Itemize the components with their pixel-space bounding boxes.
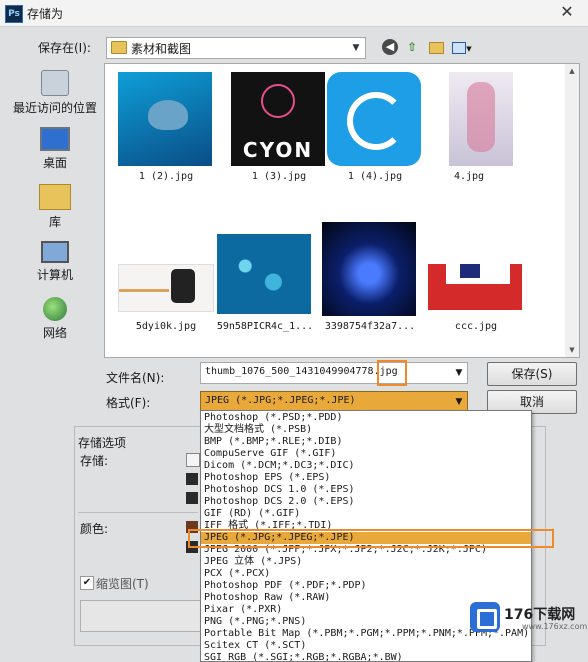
save-button[interactable]: 保存(S) [487, 362, 577, 386]
save-location-dropdown[interactable]: 素材和截图 ▼ [106, 37, 366, 59]
file-name: 1 (2).jpg [138, 171, 194, 182]
sidebar-item-label: 计算机 [36, 268, 73, 282]
format-option[interactable]: Photoshop (*.PSD;*.PDD) [204, 412, 342, 424]
file-item[interactable]: 5dyi0k.jpg [110, 214, 222, 344]
sidebar-item-label: 桌面 [42, 156, 67, 170]
file-name: 4.jpg [453, 171, 485, 182]
format-selected-value: JPEG (*.JPG;*.JPEG;*.JPE) [205, 395, 356, 406]
thumbnail-checkbox[interactable]: ✔ [80, 576, 94, 590]
back-arrow-icon[interactable]: ◀ [382, 39, 398, 55]
file-list-pane[interactable]: 1 (2).jpg CYON 1 (3).jpg 1 (4).jpg 4.jpg… [104, 63, 568, 358]
format-label: 格式(F): [106, 396, 151, 410]
format-option[interactable]: SGI RGB (*.SGI;*.RGB;*.RGBA;*.BW) [204, 652, 403, 661]
title-bar: Ps 存储为 ✕ [0, 0, 588, 27]
close-icon[interactable]: ✕ [556, 2, 578, 22]
views-menu-icon[interactable]: ▼ [451, 38, 473, 56]
save-location-label: 保存在(I): [38, 41, 91, 55]
format-option[interactable]: CompuServe GIF (*.GIF) [204, 448, 336, 460]
option-checkbox[interactable] [186, 453, 200, 467]
file-thumbnail [118, 72, 212, 166]
file-item[interactable]: 4.jpg [413, 64, 525, 194]
dialog-title: 存储为 [27, 7, 64, 21]
format-option[interactable]: Photoshop Raw (*.RAW) [204, 592, 330, 604]
network-icon [43, 297, 67, 321]
chevron-down-icon[interactable]: ▼ [451, 392, 467, 412]
file-thumbnail: CYON [231, 72, 325, 166]
file-thumbnail [428, 264, 522, 310]
format-option[interactable]: Pixar (*.PXR) [204, 604, 282, 616]
format-option[interactable]: Photoshop PDF (*.PDF;*.PDP) [204, 580, 367, 592]
desktop-icon [40, 127, 70, 151]
format-option[interactable]: JPEG 立体 (*.JPS) [204, 556, 302, 568]
file-thumbnail [217, 234, 311, 314]
thumbnail-logo-text: CYON [242, 138, 314, 162]
watermark-logo-icon [470, 602, 500, 632]
sidebar-item-label: 库 [48, 215, 61, 229]
color-label: 颜色: [80, 522, 109, 536]
scroll-down-icon[interactable]: ▼ [565, 343, 579, 357]
sidebar-item-network[interactable]: 网络 [6, 297, 104, 341]
recent-places-icon [41, 70, 69, 96]
file-thumbnail [449, 72, 513, 166]
file-item[interactable]: 3398754f32a7... [314, 214, 426, 344]
current-folder-name: 素材和截图 [131, 42, 192, 56]
chevron-down-icon[interactable]: ▼ [451, 363, 467, 383]
up-folder-icon[interactable]: ⇧ [403, 38, 421, 56]
file-name: 3398754f32a7... [324, 321, 416, 332]
computer-icon [41, 241, 69, 263]
options-subpanel [80, 600, 202, 632]
option-checkbox[interactable] [186, 492, 198, 504]
format-option[interactable]: PCX (*.PCX) [204, 568, 270, 580]
selected-option-highlight-box [188, 529, 554, 548]
library-icon [39, 184, 71, 210]
watermark-text: 176下载网 [504, 607, 576, 623]
sidebar-item-desktop[interactable]: 桌面 [6, 127, 104, 171]
watermark-url: www.176xz.com [522, 622, 588, 631]
file-pane-scrollbar[interactable]: ▲ ▼ [565, 63, 580, 358]
option-checkbox[interactable] [186, 473, 198, 485]
format-option[interactable]: 大型文档格式 (*.PSB) [204, 424, 312, 436]
sidebar-item-library[interactable]: 库 [6, 184, 104, 230]
sidebar-item-label: 网络 [42, 326, 67, 340]
scroll-up-icon[interactable]: ▲ [565, 64, 579, 78]
format-option[interactable]: Dicom (*.DCM;*.DC3;*.DIC) [204, 460, 355, 472]
file-thumbnail [118, 264, 214, 312]
file-item[interactable]: 59n58PICR4c_1... [209, 214, 321, 344]
format-option[interactable]: Scitex CT (*.SCT) [204, 640, 306, 652]
file-name: 59n58PICR4c_1... [216, 321, 314, 332]
file-thumbnail [322, 222, 416, 316]
new-folder-icon[interactable] [427, 38, 445, 56]
filename-input[interactable]: thumb_1076_500_1431049904778.jpg ▼ [200, 360, 468, 386]
folder-icon [111, 41, 127, 54]
file-item[interactable]: 1 (2).jpg [110, 64, 222, 194]
sidebar-item-recent-places[interactable]: 最近访问的位置 [6, 70, 104, 116]
file-name: 5dyi0k.jpg [135, 321, 197, 332]
filename-label: 文件名(N): [106, 371, 165, 385]
sidebar-item-computer[interactable]: 计算机 [6, 241, 104, 283]
photoshop-app-icon: Ps [5, 5, 23, 23]
file-name: ccc.jpg [454, 321, 498, 332]
format-option[interactable]: PNG (*.PNG;*.PNS) [204, 616, 306, 628]
file-item[interactable]: ccc.jpg [420, 214, 532, 344]
format-option[interactable]: Photoshop EPS (*.EPS) [204, 472, 330, 484]
extension-highlight-box [377, 360, 407, 386]
sidebar-item-label: 最近访问的位置 [12, 101, 97, 115]
format-option[interactable]: Photoshop DCS 2.0 (*.EPS) [204, 496, 355, 508]
format-option[interactable]: GIF (RD) (*.GIF) [204, 508, 300, 520]
thumbnail-checkbox-label: 缩览图(T) [96, 577, 149, 591]
filename-value: thumb_1076_500_1431049904778.jpg [205, 366, 398, 377]
site-watermark: 176下载网 www.176xz.com [470, 600, 588, 638]
format-option[interactable]: Photoshop DCS 1.0 (*.EPS) [204, 484, 355, 496]
save-options-title: 存储选项 [78, 436, 127, 450]
file-thumbnail [327, 72, 421, 166]
divider [78, 512, 198, 513]
storage-label: 存储: [80, 454, 109, 468]
format-option[interactable]: BMP (*.BMP;*.RLE;*.DIB) [204, 436, 342, 448]
chevron-down-icon[interactable]: ▼ [347, 38, 365, 58]
